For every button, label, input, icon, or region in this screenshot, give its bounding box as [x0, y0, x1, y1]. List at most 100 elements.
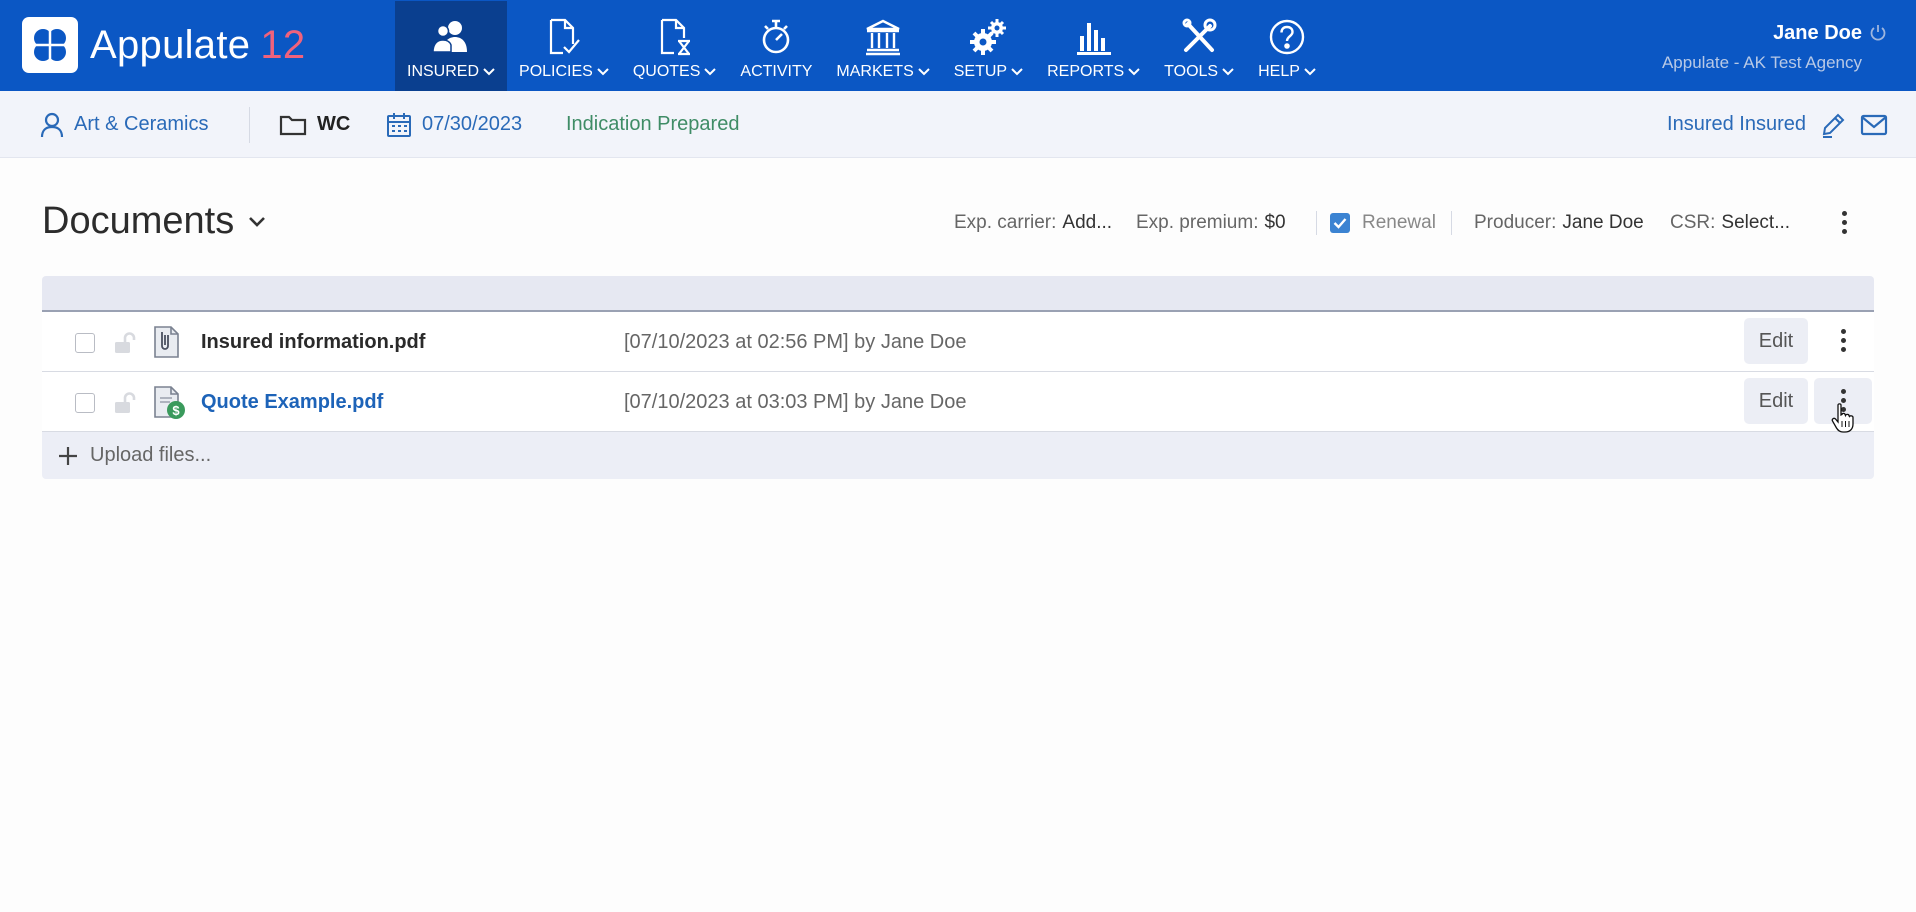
document-name[interactable]: Insured information.pdf	[201, 312, 425, 372]
producer-value: Jane Doe	[1562, 212, 1644, 233]
chevron-down-icon	[597, 68, 609, 76]
svg-text:$: $	[172, 403, 180, 418]
mail-icon[interactable]	[1860, 114, 1888, 136]
chevron-down-icon	[1128, 68, 1140, 76]
user-menu[interactable]: Jane Doe Appulate - AK Test Agency	[1662, 22, 1886, 73]
nav-reports[interactable]: REPORTS	[1035, 1, 1152, 91]
nav-markets-label: MARKETS	[836, 63, 914, 80]
exp-carrier-label: Exp. carrier:	[954, 212, 1057, 233]
chevron-down-icon	[1222, 68, 1234, 76]
documents-table-header	[42, 276, 1874, 312]
document-name[interactable]: Quote Example.pdf	[201, 372, 383, 432]
policy-document-icon	[542, 17, 586, 57]
calendar-icon	[387, 112, 411, 137]
chevron-down-icon	[1011, 68, 1023, 76]
upload-files-label: Upload files...	[90, 444, 212, 466]
upload-files-button[interactable]: Upload files...	[42, 432, 1874, 479]
nav-setup[interactable]: SETUP	[942, 1, 1035, 91]
chevron-down-icon	[249, 217, 266, 227]
csr-value: Select...	[1721, 212, 1791, 233]
gears-icon	[966, 17, 1010, 57]
divider	[249, 107, 250, 143]
chevron-down-icon	[483, 68, 495, 76]
exp-premium-value: $0	[1264, 212, 1286, 233]
status-text: Indication Prepared	[566, 113, 740, 135]
app-name: Appulate 12	[90, 23, 305, 68]
nav-activity[interactable]: ACTIVITY	[728, 1, 824, 91]
document-date: [07/10/2023 at 03:03 PM] by Jane Doe	[624, 391, 967, 413]
help-circle-icon	[1265, 17, 1309, 57]
nav-activity-label: ACTIVITY	[740, 63, 813, 80]
user-agency: Appulate - AK Test Agency	[1661, 53, 1862, 72]
quote-document-icon: $	[154, 386, 185, 419]
folder-icon	[279, 115, 307, 135]
users-icon	[429, 17, 473, 57]
checkmark-icon	[1333, 218, 1347, 229]
nav-quotes-label: QUOTES	[632, 63, 701, 80]
contact-name[interactable]: Insured Insured	[1667, 113, 1806, 136]
clover-logo-icon	[22, 17, 78, 73]
renewal-label: Renewal	[1362, 212, 1436, 233]
csr-field[interactable]: CSR: Select...	[1670, 209, 1790, 237]
table-row: Insured information.pdf [07/10/2023 at 0…	[42, 312, 1874, 372]
renewal-checkbox[interactable]	[1330, 213, 1350, 233]
nav-tools-label: TOOLS	[1164, 63, 1219, 80]
kebab-icon	[1840, 327, 1846, 354]
nav-help-label: HELP	[1258, 63, 1300, 80]
quote-hourglass-icon	[653, 17, 697, 57]
unlock-icon[interactable]	[112, 391, 138, 415]
nav-markets[interactable]: MARKETS	[824, 1, 941, 91]
insured-link[interactable]: Art & Ceramics	[40, 91, 208, 158]
power-icon[interactable]	[1870, 24, 1886, 42]
user-icon	[40, 112, 64, 137]
effective-date-text: 07/30/2023	[422, 113, 523, 135]
documents-title-text: Documents	[42, 200, 235, 242]
document-date: [07/10/2023 at 02:56 PM] by Jane Doe	[624, 331, 967, 353]
lob-folder[interactable]: WC	[279, 91, 350, 158]
exp-carrier-value: Add...	[1062, 212, 1113, 233]
chevron-down-icon	[704, 68, 717, 76]
unlock-icon[interactable]	[112, 331, 138, 355]
pdf-document-icon	[154, 326, 179, 358]
effective-date[interactable]: 07/30/2023	[386, 91, 522, 158]
row-checkbox[interactable]	[75, 333, 95, 353]
edit-button[interactable]: Edit	[1744, 318, 1808, 364]
nav-tools[interactable]: TOOLS	[1152, 1, 1246, 91]
nav-insured-label: INSURED	[407, 63, 480, 80]
edit-button[interactable]: Edit	[1744, 378, 1808, 424]
insured-name: Art & Ceramics	[74, 113, 209, 135]
producer-field[interactable]: Producer: Jane Doe	[1474, 209, 1644, 237]
csr-label: CSR:	[1670, 212, 1716, 233]
divider	[1451, 211, 1452, 235]
hand-cursor-icon	[1831, 403, 1854, 433]
documents-more-menu[interactable]	[1841, 209, 1847, 236]
main-nav: INSURED POLICIES QUOTES ACTIVITY MARKETS…	[395, 1, 1328, 91]
divider	[1316, 211, 1317, 235]
contact-area: Insured Insured	[1667, 91, 1888, 158]
app-version: 12	[260, 22, 306, 67]
nav-insured[interactable]: INSURED	[395, 1, 508, 91]
row-more-menu[interactable]	[1814, 318, 1872, 364]
documents-title[interactable]: Documents	[42, 200, 266, 243]
user-name: Jane Doe	[1773, 22, 1862, 44]
top-navigation-bar: Appulate 12 INSURED POLICIES QUOTES ACTI…	[0, 0, 1916, 91]
nav-quotes[interactable]: QUOTES	[621, 1, 729, 91]
renewal-toggle[interactable]: Renewal	[1330, 209, 1436, 237]
exp-premium[interactable]: Exp. premium: $0	[1136, 209, 1286, 237]
nav-help[interactable]: HELP	[1246, 1, 1328, 91]
edit-pencil-icon[interactable]	[1820, 112, 1846, 138]
stopwatch-icon	[754, 17, 798, 57]
app-name-text: Appulate	[90, 22, 251, 67]
row-checkbox[interactable]	[75, 393, 95, 413]
exp-carrier[interactable]: Exp. carrier: Add...	[954, 209, 1112, 237]
exp-premium-label: Exp. premium:	[1136, 212, 1259, 233]
app-logo[interactable]: Appulate 12	[22, 17, 305, 73]
nav-policies-label: POLICIES	[519, 63, 593, 80]
tools-icon	[1177, 17, 1221, 57]
lob-code: WC	[317, 113, 351, 135]
nav-policies[interactable]: POLICIES	[507, 1, 621, 91]
plus-icon	[59, 446, 77, 465]
nav-setup-label: SETUP	[953, 63, 1008, 80]
nav-reports-label: REPORTS	[1047, 63, 1125, 80]
table-row: $ Quote Example.pdf [07/10/2023 at 03:03…	[42, 372, 1874, 432]
